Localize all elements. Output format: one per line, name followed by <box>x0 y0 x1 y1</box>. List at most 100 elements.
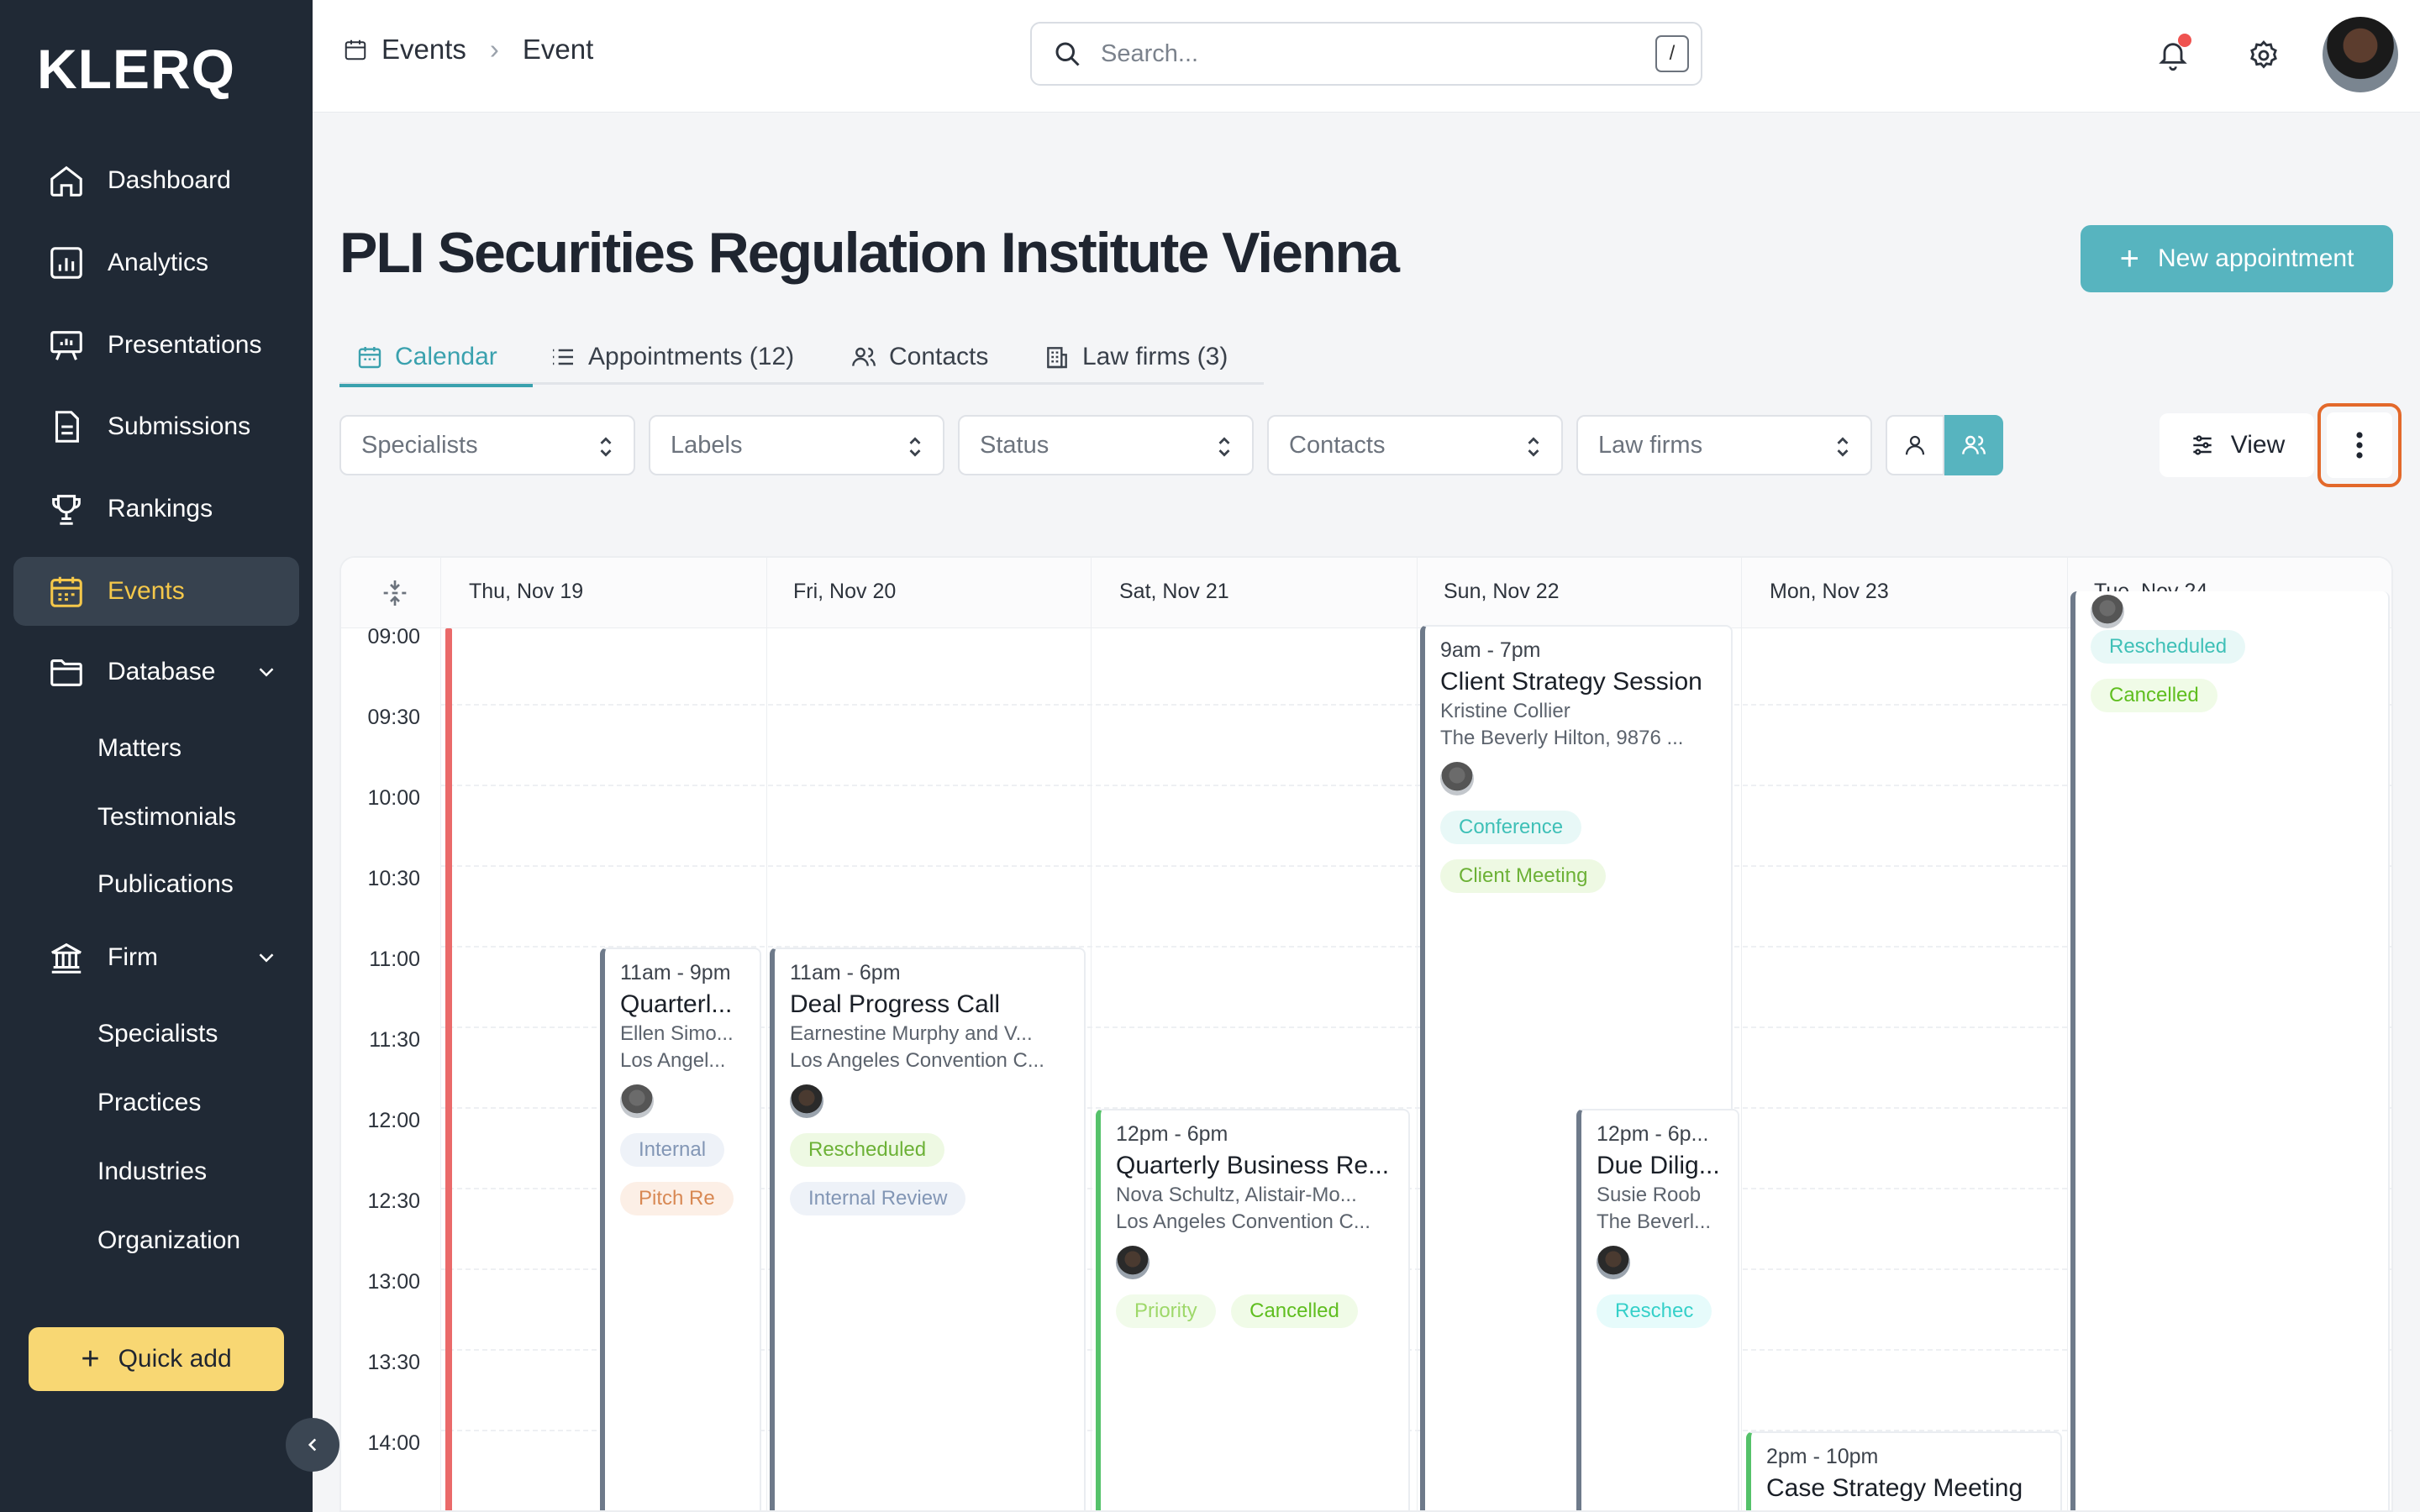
filter-label: Specialists <box>361 431 478 459</box>
tab-contacts[interactable]: Contacts <box>850 329 988 385</box>
filter-law-firms[interactable]: Law firms <box>1576 415 1872 475</box>
event-card-thu[interactable]: 11am - 9pm Quarterl... Ellen Simo... Los… <box>600 948 761 1510</box>
tab-appointments[interactable]: Appointments (12) <box>550 329 794 385</box>
users-icon <box>852 347 876 366</box>
column-divider <box>1741 558 1742 1510</box>
tab-label: Appointments (12) <box>588 343 795 370</box>
filter-contacts[interactable]: Contacts <box>1267 415 1563 475</box>
plus-icon: + <box>2119 239 2139 277</box>
quick-add-button[interactable]: + Quick add <box>29 1327 284 1391</box>
event-time: 11am - 6pm <box>790 961 901 984</box>
sidebar-item-analytics[interactable]: Analytics <box>13 228 299 297</box>
event-title: Quarterl... <box>620 990 733 1018</box>
sidebar-item-publications[interactable]: Publications <box>97 870 234 899</box>
collapse-vertical-icon[interactable] <box>378 576 412 610</box>
time-label: 09:30 <box>367 706 420 729</box>
breadcrumb-events[interactable]: Events <box>381 34 466 66</box>
tab-calendar[interactable]: Calendar <box>339 329 533 387</box>
breadcrumb-event: Event <box>522 34 594 65</box>
event-card-tue[interactable]: Rescheduled Cancelled <box>2070 591 2390 1510</box>
more-vertical-icon <box>2356 432 2363 459</box>
bank-icon <box>51 942 82 974</box>
home-icon <box>50 165 82 197</box>
time-label: 10:00 <box>367 786 420 810</box>
day-header-sun: Sun, Nov 22 <box>1444 580 1560 603</box>
event-people: Earnestine Murphy and V... <box>790 1022 1033 1045</box>
time-label: 13:30 <box>367 1351 420 1374</box>
event-time: 12pm - 6p... <box>1597 1122 1709 1146</box>
more-options-inner <box>2327 412 2392 478</box>
filter-specialists[interactable]: Specialists <box>339 415 635 475</box>
view-label: View <box>2230 431 2286 459</box>
event-tag: Rescheduled <box>2091 630 2246 664</box>
event-time: 11am - 9pm <box>620 961 731 984</box>
sidebar-item-firm[interactable]: Firm <box>13 923 299 992</box>
event-card-sat[interactable]: 12pm - 6pm Quarterly Business Re... Nova… <box>1096 1109 1410 1510</box>
notifications-button[interactable] <box>2149 32 2196 79</box>
chevron-updown-icon <box>1837 437 1849 457</box>
more-options-button[interactable] <box>2317 403 2402 487</box>
event-people: Susie Roob <box>1597 1184 1702 1206</box>
sidebar-item-specialists[interactable]: Specialists <box>97 1020 218 1048</box>
view-button[interactable]: View <box>2160 413 2314 477</box>
analytics-icon <box>50 247 82 279</box>
breadcrumb-separator-icon: › <box>489 34 499 65</box>
filter-labels[interactable]: Labels <box>649 415 944 475</box>
search-input[interactable] <box>1101 39 1622 68</box>
event-card-mon[interactable]: 2pm - 10pm Case Strategy Meeting <box>1746 1431 2062 1510</box>
user-avatar[interactable] <box>2323 17 2398 92</box>
filter-status[interactable]: Status <box>958 415 1254 475</box>
user-icon <box>1905 435 1925 455</box>
sidebar-item-submissions[interactable]: Submissions <box>13 392 299 461</box>
sidebar-item-organization[interactable]: Organization <box>97 1226 240 1255</box>
multi-user-toggle[interactable] <box>1944 415 2003 475</box>
app-logo[interactable]: KLERQ <box>37 37 235 101</box>
event-time: 2pm - 10pm <box>1766 1445 1879 1468</box>
filter-label: Labels <box>671 431 743 459</box>
search-box[interactable]: / <box>1030 22 1702 86</box>
sidebar-item-events[interactable]: Events <box>13 557 299 626</box>
new-appointment-button[interactable]: + New appointment <box>2081 225 2393 292</box>
chevron-left-icon <box>308 1438 317 1452</box>
settings-button[interactable] <box>2240 32 2287 79</box>
sidebar-item-label: Analytics <box>108 249 209 276</box>
sidebar-item-industries[interactable]: Industries <box>97 1158 207 1186</box>
attendee-avatar <box>1116 1246 1150 1279</box>
event-people: Kristine Collier <box>1440 700 1570 722</box>
calendar-icon <box>50 576 82 607</box>
event-title: Due Dilig... <box>1597 1152 1720 1179</box>
top-bar: Events › Event / <box>313 0 2420 113</box>
sidebar-item-matters[interactable]: Matters <box>97 734 182 763</box>
event-card-fri[interactable]: 11am - 6pm Deal Progress Call Earnestine… <box>770 948 1086 1510</box>
event-tag: Internal <box>620 1133 725 1167</box>
sidebar-item-presentations[interactable]: Presentations <box>13 311 299 380</box>
sidebar-item-practices[interactable]: Practices <box>97 1089 201 1117</box>
event-time: 9am - 7pm <box>1440 638 1541 662</box>
time-label: 11:30 <box>369 1028 420 1052</box>
event-tag: Priority <box>1116 1294 1216 1328</box>
search-icon <box>1055 42 1080 66</box>
chevron-down-icon <box>259 953 274 963</box>
search-shortcut: / <box>1655 35 1689 72</box>
time-label: 11:00 <box>369 948 420 971</box>
event-bar[interactable] <box>445 628 452 1510</box>
sidebar-item-label: Firm <box>108 943 158 971</box>
event-tag: Client Meeting <box>1440 859 1607 893</box>
event-people: Nova Schultz, Alistair-Mo... <box>1116 1184 1357 1206</box>
tab-law-firms[interactable]: Law firms (3) <box>1044 329 1228 385</box>
single-user-toggle[interactable] <box>1886 415 1944 475</box>
column-divider <box>1091 558 1092 1510</box>
sidebar-item-rankings[interactable]: Rankings <box>13 475 299 543</box>
collapse-sidebar-button[interactable] <box>286 1418 339 1472</box>
sidebar-item-database[interactable]: Database <box>13 638 299 706</box>
sidebar-item-dashboard[interactable]: Dashboard <box>13 146 299 215</box>
sidebar-item-testimonials[interactable]: Testimonials <box>97 803 236 832</box>
quick-add-label: Quick add <box>118 1345 232 1373</box>
time-label: 09:00 <box>367 625 420 648</box>
event-card-sun-due-diligence[interactable]: 12pm - 6p... Due Dilig... Susie Roob The… <box>1576 1109 1739 1510</box>
day-header-thu: Thu, Nov 19 <box>469 580 584 603</box>
presentation-icon <box>50 331 82 360</box>
calendar-icon <box>345 39 366 60</box>
tab-label: Law firms (3) <box>1082 343 1228 370</box>
event-tag: Cancelled <box>2091 679 2217 712</box>
